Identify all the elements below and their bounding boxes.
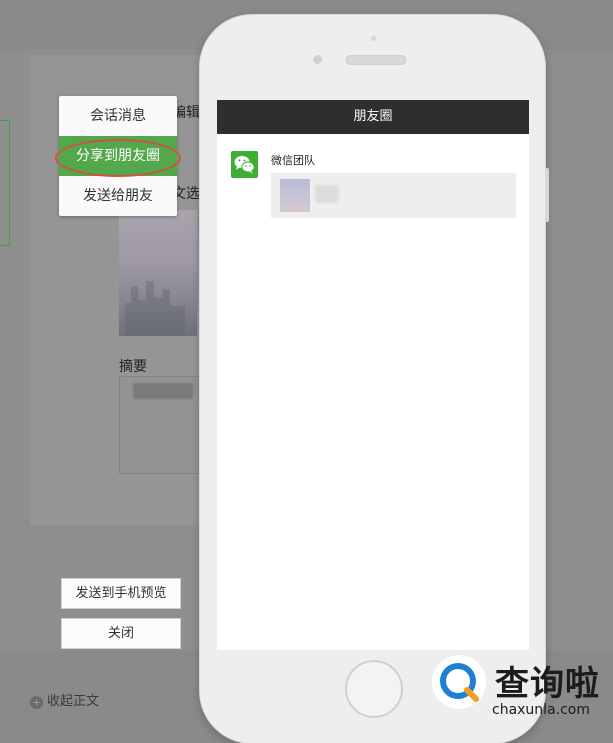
phone-screen: 朋友圈 微信团队 [217, 100, 529, 650]
cover-image[interactable] [119, 210, 197, 336]
post-author: 微信团队 [271, 154, 315, 167]
watermark-url: chaxunla.com [492, 702, 590, 718]
phone-sensor [371, 36, 376, 41]
share-menu: 会话消息 分享到朋友圈 发送给朋友 [59, 96, 177, 216]
phone-side-button [545, 168, 549, 222]
moments-title: 朋友圈 [353, 109, 393, 124]
active-article-frame [0, 120, 10, 246]
close-button[interactable]: 关闭 [61, 618, 181, 649]
collapse-content-link[interactable]: + 收起正文 [30, 690, 99, 709]
watermark-name: 查询啦 [495, 664, 600, 704]
phone-camera [313, 55, 322, 64]
phone-speaker [346, 55, 406, 65]
magnifier-q-icon [432, 655, 486, 709]
menu-item-send-friend[interactable]: 发送给朋友 [59, 176, 177, 216]
article-thumbnail [280, 179, 310, 212]
menu-item-share-moments[interactable]: 分享到朋友圈 [59, 136, 177, 176]
wechat-logo-icon [231, 151, 258, 178]
collapse-label: 收起正文 [47, 694, 100, 709]
plus-circle-icon: + [30, 696, 43, 709]
article-blurred-title [315, 185, 339, 203]
summary-blurred-text [133, 383, 193, 399]
shared-article-card[interactable] [271, 173, 516, 218]
summary-label: 摘要 [119, 359, 147, 375]
moments-title-bar: 朋友圈 [217, 100, 529, 134]
phone-home-button [345, 660, 403, 718]
menu-item-chat-message[interactable]: 会话消息 [59, 96, 177, 136]
send-preview-button[interactable]: 发送到手机预览 [61, 578, 181, 609]
